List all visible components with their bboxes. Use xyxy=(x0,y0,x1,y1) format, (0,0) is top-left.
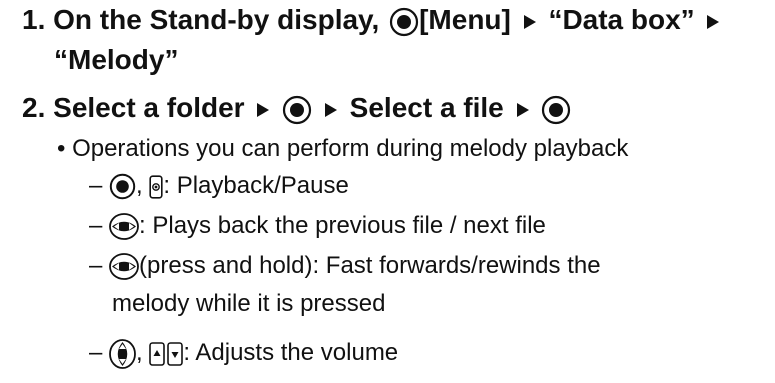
play-triangle-arrow-icon xyxy=(523,14,537,30)
left-right-navigation-key-icon xyxy=(109,213,139,241)
play-triangle-arrow-icon xyxy=(706,14,720,30)
center-select-key-icon xyxy=(389,7,419,37)
step-2-line: 2. Select a folder Select a file xyxy=(22,88,571,128)
play-triangle-arrow-icon xyxy=(256,102,270,118)
center-select-key-icon xyxy=(541,95,571,125)
operation-2-text: : Plays back the previous file / next fi… xyxy=(139,212,546,239)
dash: – xyxy=(89,252,103,279)
menu-item-melody: “Melody” xyxy=(54,44,179,75)
play-triangle-arrow-icon xyxy=(324,102,338,118)
menu-item-data-box: “Data box” xyxy=(548,4,695,35)
operation-3-continuation: melody while it is pressed xyxy=(112,290,386,317)
operation-volume: – , : Adjusts the volume xyxy=(89,336,398,370)
operation-1-text: : Playback/Pause xyxy=(163,172,349,199)
comma: , xyxy=(136,172,143,199)
dash: – xyxy=(89,212,103,239)
left-right-navigation-key-icon xyxy=(109,253,139,281)
operation-4-text: : Adjusts the volume xyxy=(183,339,399,366)
step-1-number: 1. xyxy=(22,4,46,35)
menu-label: [Menu] xyxy=(419,4,511,35)
center-select-key-icon xyxy=(109,173,136,200)
operation-3-text: (press and hold): Fast forwards/rewinds … xyxy=(139,252,601,279)
manual-page: 1. On the Stand-by display, [Menu] “Data… xyxy=(0,0,775,383)
up-down-navigation-key-icon xyxy=(109,338,136,369)
dash: – xyxy=(89,172,103,199)
step-2-select-folder: Select a folder xyxy=(53,92,245,123)
step-1-text: On the Stand-by display, xyxy=(53,4,380,35)
volume-up-down-keys-icon xyxy=(149,341,184,366)
step-2-select-file: Select a file xyxy=(349,92,504,123)
operation-previous-next: – : Plays back the previous file / next … xyxy=(89,209,546,243)
comma: , xyxy=(136,339,143,366)
side-key-icon xyxy=(149,175,163,199)
play-triangle-arrow-icon xyxy=(516,102,530,118)
step-1-line-2: “Melody” xyxy=(54,40,178,80)
center-select-key-icon xyxy=(282,95,312,125)
operation-fast-forward-rewind: – (press and hold): Fast forwards/rewind… xyxy=(89,249,601,283)
step-1-line-1: 1. On the Stand-by display, [Menu] “Data… xyxy=(22,0,724,40)
step-2-number: 2. xyxy=(22,92,46,123)
dash: – xyxy=(89,339,103,366)
operation-playback-pause: – , : Playback/Pause xyxy=(89,169,349,203)
operations-heading: • Operations you can perform during melo… xyxy=(57,135,629,162)
